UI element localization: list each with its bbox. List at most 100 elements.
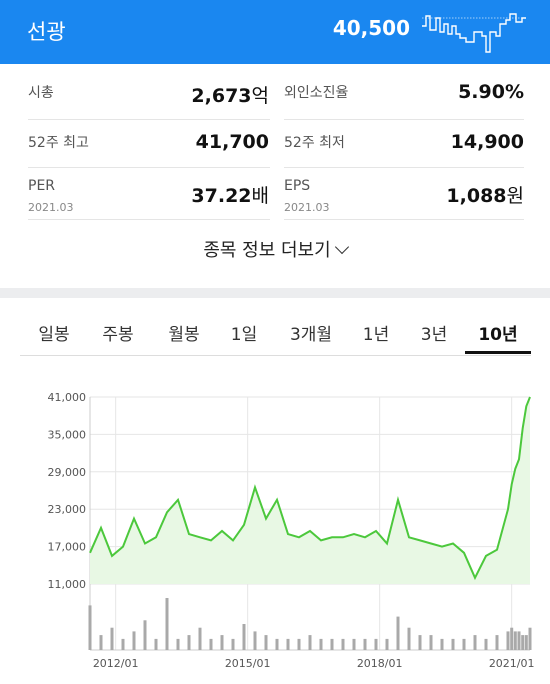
volume-bar	[319, 638, 323, 650]
divider	[284, 219, 524, 220]
x-tick-label: 2012/01	[93, 657, 139, 670]
volume-bar	[187, 635, 191, 650]
volume-bar	[396, 616, 400, 650]
foreign-ratio-value: 5.90%	[458, 81, 524, 103]
x-tick-label: 2018/01	[357, 657, 403, 670]
tab-1year[interactable]: 1년	[358, 320, 394, 345]
volume-bar	[462, 638, 466, 650]
y-axis-labels: 41,000 35,000 29,000 23,000 17,000 11,000	[48, 391, 87, 591]
tab-monthly[interactable]: 월봉	[166, 320, 202, 345]
volume-bar	[253, 631, 257, 650]
volume-bar	[99, 635, 103, 650]
stock-header: 선광 40,500	[0, 0, 550, 64]
volume-bar	[524, 635, 528, 650]
volume-bar	[374, 638, 378, 650]
high-52w-value: 41,700	[195, 131, 269, 153]
period-tabs: 일봉 주봉 월봉 1일 3개월 1년 3년 10년	[20, 298, 531, 356]
price-sparkline	[422, 13, 526, 53]
x-axis-labels: 2012/01 2015/01 2018/01 2021/01	[93, 657, 535, 670]
y-tick-label: 35,000	[48, 428, 87, 441]
volume-bar	[528, 627, 532, 650]
divider	[28, 219, 270, 220]
volume-bar	[88, 605, 92, 650]
per-unit: 배	[251, 185, 269, 207]
low-52w-value: 14,900	[450, 131, 524, 153]
volume-bar	[440, 638, 444, 650]
active-tab-indicator	[465, 351, 531, 354]
y-tick-label: 29,000	[48, 466, 87, 479]
eps-value: 1,088원	[446, 181, 524, 208]
y-tick-label: 17,000	[48, 541, 87, 554]
volume-bar	[521, 635, 525, 650]
volume-bar	[231, 638, 235, 650]
volume-bar	[451, 638, 455, 650]
volume-bar	[473, 635, 477, 650]
y-tick-label: 11,000	[48, 578, 87, 591]
per-value: 37.22배	[191, 181, 269, 208]
tab-3years[interactable]: 3년	[416, 320, 452, 345]
more-info-button[interactable]: 종목 정보 더보기	[0, 236, 550, 262]
volume-bar	[286, 638, 290, 650]
info-row: 시총 2,673억 외인소진율 5.90%	[0, 69, 550, 120]
foreign-ratio-label: 외인소진율	[284, 85, 349, 101]
chevron-down-icon	[334, 239, 349, 255]
tab-1day[interactable]: 1일	[226, 320, 262, 345]
high-52w-label: 52주 최고	[28, 135, 89, 151]
volume-bar	[308, 635, 312, 650]
volume-bar	[110, 627, 114, 650]
volume-bar	[484, 638, 488, 650]
price-chart: 41,000 35,000 29,000 23,000 17,000 11,000 201…	[48, 391, 535, 670]
tab-weekly[interactable]: 주봉	[100, 320, 136, 345]
tab-daily[interactable]: 일봉	[36, 320, 72, 345]
low-52w-label: 52주 최저	[284, 135, 345, 151]
tab-10years[interactable]: 10년	[474, 320, 522, 345]
chart-grid	[89, 396, 530, 651]
volume-bar	[418, 635, 422, 650]
volume-bar	[297, 638, 301, 650]
volume-bar	[143, 620, 147, 650]
per-number: 37.22	[191, 185, 252, 207]
info-row: PER 2021.03 37.22배 EPS 2021.03 1,088원	[0, 168, 550, 220]
eps-date: 2021.03	[284, 201, 330, 214]
volume-bar	[407, 627, 411, 650]
volume-bar	[363, 638, 367, 650]
volume-bar	[121, 638, 125, 650]
volume-bar	[385, 638, 389, 650]
volume-bar	[198, 627, 202, 650]
eps-number: 1,088	[446, 185, 507, 207]
volume-bar	[220, 635, 224, 650]
volume-bar	[429, 635, 433, 650]
volume-bar	[176, 638, 180, 650]
x-tick-label: 2021/01	[489, 657, 535, 670]
volume-bar	[352, 638, 356, 650]
market-cap-label: 시총	[28, 85, 54, 101]
volume-bars	[88, 598, 532, 650]
volume-bar	[154, 638, 158, 650]
market-cap-unit: 억	[251, 85, 269, 107]
volume-bar	[495, 635, 499, 650]
volume-bar	[209, 638, 213, 650]
section-divider	[0, 288, 550, 298]
volume-bar	[341, 638, 345, 650]
volume-bar	[264, 635, 268, 650]
volume-bar	[165, 598, 169, 650]
eps-label: EPS	[284, 178, 311, 194]
tab-3months[interactable]: 3개월	[284, 320, 338, 345]
stock-name: 선광	[27, 20, 66, 44]
market-cap-number: 2,673	[191, 85, 252, 107]
eps-unit: 원	[506, 185, 524, 207]
volume-bar	[506, 631, 510, 650]
volume-bar	[517, 631, 521, 650]
price-area-fill	[90, 397, 530, 584]
per-label: PER	[28, 178, 56, 194]
volume-bar	[275, 638, 279, 650]
volume-bar	[513, 631, 517, 650]
info-row: 52주 최고 41,700 52주 최저 14,900	[0, 120, 550, 171]
y-tick-label: 23,000	[48, 503, 87, 516]
market-cap-value: 2,673억	[191, 81, 269, 108]
volume-bar	[132, 631, 136, 650]
y-tick-label: 41,000	[48, 391, 87, 404]
x-tick-label: 2015/01	[225, 657, 271, 670]
current-price: 40,500	[332, 16, 410, 40]
volume-bar	[510, 627, 514, 650]
